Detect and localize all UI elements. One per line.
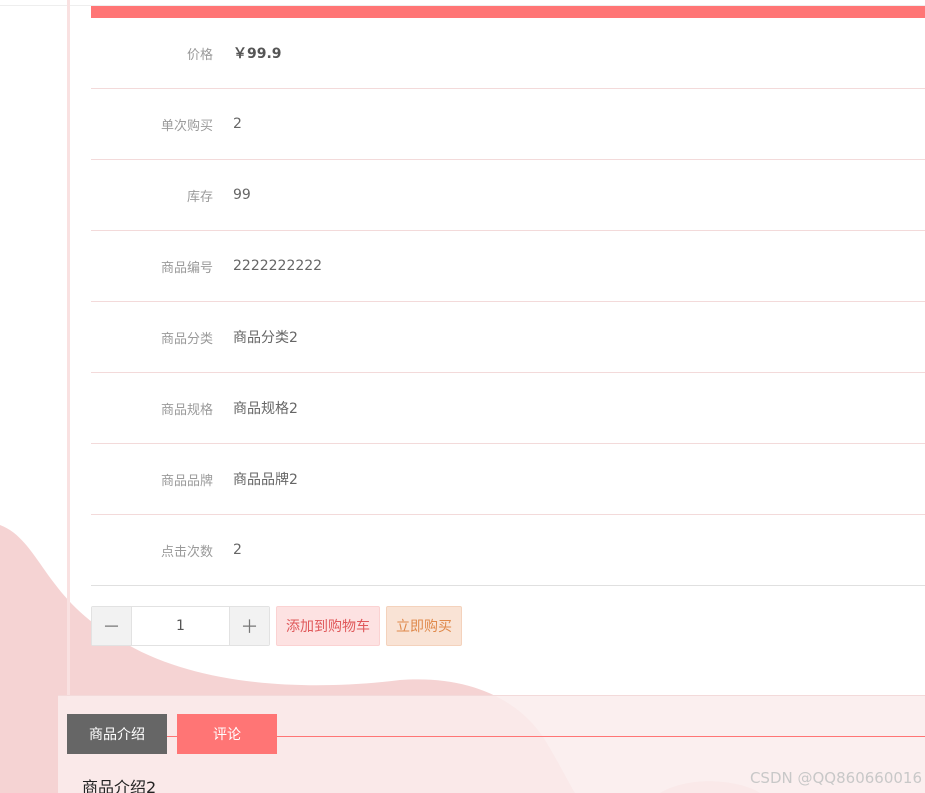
info-row-stock: 库存 99 <box>91 160 925 231</box>
buy-now-button[interactable]: 立即购买 <box>386 606 462 646</box>
detail-tabs: 商品介绍 评论 <box>67 714 925 754</box>
plus-icon: ＋ <box>240 617 259 638</box>
accent-bar <box>91 6 925 18</box>
brand-value: 商品品牌2 <box>233 472 298 488</box>
brand-label: 商品品牌 <box>160 473 213 489</box>
stock-label: 库存 <box>186 189 213 205</box>
watermark: CSDN @QQ860660016 <box>749 769 922 787</box>
price-label: 价格 <box>186 47 213 63</box>
product-number-label: 商品编号 <box>160 260 213 276</box>
quantity-stepper: － ＋ <box>91 606 270 646</box>
info-row-product-number: 商品编号 2222222222 <box>91 231 925 302</box>
product-intro-text: 商品介绍2 <box>82 778 157 793</box>
add-to-cart-button[interactable]: 添加到购物车 <box>276 606 380 646</box>
clicks-label: 点击次数 <box>160 544 213 560</box>
single-purchase-label: 单次购买 <box>160 118 213 134</box>
info-row-category: 商品分类 商品分类2 <box>91 302 925 373</box>
purchase-controls: － ＋ 添加到购物车 立即购买 <box>91 606 462 646</box>
tab-reviews[interactable]: 评论 <box>177 714 277 754</box>
increase-button[interactable]: ＋ <box>230 607 269 645</box>
left-stripe <box>67 0 70 700</box>
decrease-button[interactable]: － <box>92 607 131 645</box>
stock-value: 99 <box>233 187 251 203</box>
product-info-table: 价格 ￥99.9 单次购买 2 库存 99 商品编号 2222222222 商品… <box>91 18 925 586</box>
quantity-input[interactable] <box>131 607 230 645</box>
info-row-clicks: 点击次数 2 <box>91 515 925 586</box>
info-row-single-purchase: 单次购买 2 <box>91 89 925 160</box>
single-purchase-value: 2 <box>233 116 242 132</box>
tab-product-intro[interactable]: 商品介绍 <box>67 714 167 754</box>
spec-label: 商品规格 <box>160 402 213 418</box>
minus-icon: － <box>102 617 121 638</box>
info-row-brand: 商品品牌 商品品牌2 <box>91 444 925 515</box>
price-value: ￥99.9 <box>233 46 282 62</box>
spec-value: 商品规格2 <box>233 401 298 417</box>
info-row-spec: 商品规格 商品规格2 <box>91 373 925 444</box>
category-label: 商品分类 <box>160 331 213 347</box>
clicks-value: 2 <box>233 542 242 558</box>
category-value: 商品分类2 <box>233 330 298 346</box>
product-number-value: 2222222222 <box>233 258 323 274</box>
info-row-price: 价格 ￥99.9 <box>91 18 925 89</box>
